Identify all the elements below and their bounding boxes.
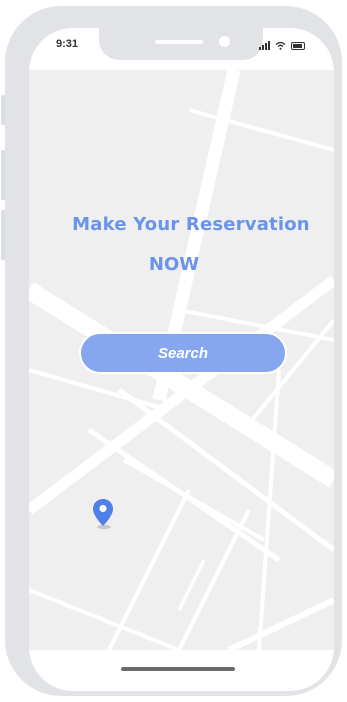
status-time: 9:31 bbox=[56, 38, 79, 50]
speaker-grille bbox=[155, 40, 203, 44]
location-pin-icon[interactable] bbox=[92, 498, 114, 530]
phone-notch bbox=[99, 28, 263, 60]
search-button[interactable]: Search bbox=[79, 332, 287, 374]
battery-icon bbox=[291, 42, 305, 50]
phone-frame: 9:31 Make Your Reservation NOW Search bbox=[5, 6, 342, 696]
status-icons bbox=[259, 37, 305, 50]
front-camera bbox=[219, 36, 230, 47]
page-title: Make Your Reservation bbox=[72, 214, 310, 235]
wifi-icon bbox=[275, 41, 286, 50]
home-indicator[interactable] bbox=[121, 667, 235, 671]
phone-screen: 9:31 Make Your Reservation NOW Search bbox=[29, 28, 334, 691]
page-subtitle: NOW bbox=[148, 254, 200, 275]
signal-icon bbox=[259, 40, 270, 50]
